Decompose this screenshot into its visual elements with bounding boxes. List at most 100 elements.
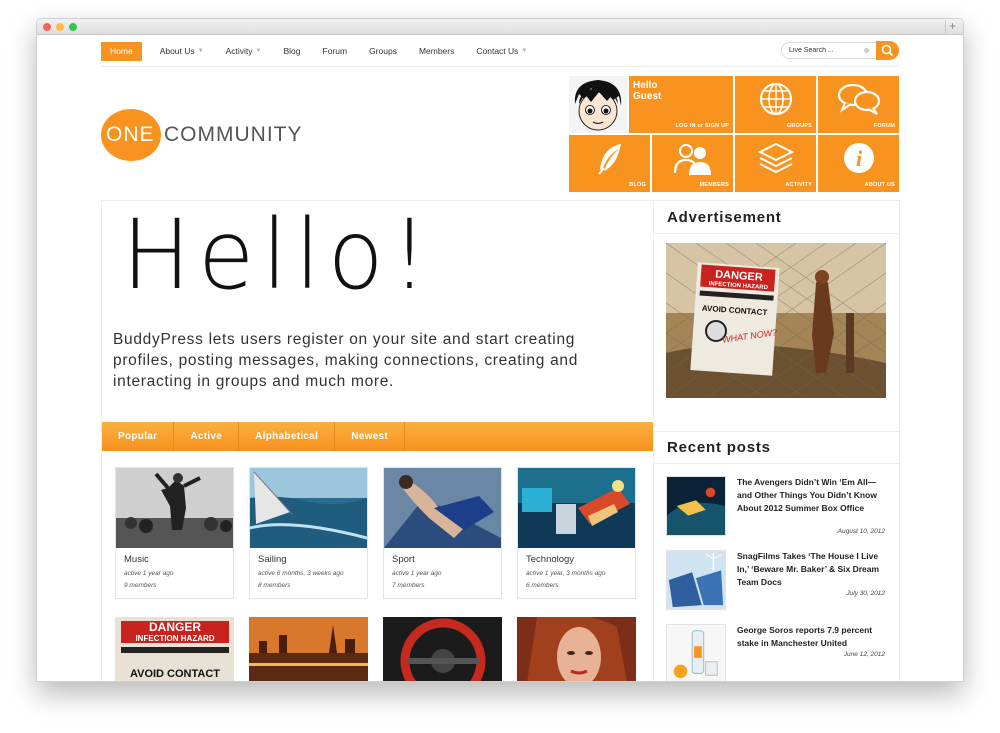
tab-active[interactable]: Active [174, 422, 240, 451]
group-activity: active 1 year ago [124, 570, 174, 577]
main-nav: Home About Us ▼ Activity ▼ Blog Forum Grou… [101, 42, 549, 61]
recent-post-item[interactable]: SnagFilms Takes ‘The House I Live In,’ ‘… [666, 550, 888, 612]
forum-tile-label: FORUM [873, 123, 895, 129]
chevron-down-icon: ▼ [255, 48, 262, 54]
live-search [781, 41, 899, 61]
info-icon: i [843, 143, 874, 173]
minimize-window-button[interactable] [56, 23, 64, 31]
sidebar-divider [654, 463, 900, 464]
post-title[interactable]: The Avengers Didn’t Win ‘Em All—and Othe… [737, 476, 887, 515]
blog-tile-label: BLOG [629, 182, 646, 188]
sidebar-divider [654, 233, 900, 234]
tab-alphabetical[interactable]: Alphabetical [239, 422, 336, 451]
group-members-count: 6 members [526, 582, 559, 589]
group-name[interactable]: Sailing [258, 554, 287, 565]
post-thumbnail [666, 476, 726, 536]
guest-text: Guest [633, 91, 662, 102]
cartoon-face-icon [569, 76, 627, 133]
group-thumbnail-portrait[interactable] [517, 617, 636, 682]
main-content: Hello! BuddyPress lets users register on… [101, 199, 654, 682]
new-tab-button[interactable]: + [945, 20, 959, 33]
group-members-count: 8 members [258, 582, 291, 589]
group-thumbnail [116, 468, 233, 548]
nav-item-contact-us[interactable]: Contact Us ▼ [476, 42, 527, 61]
nav-item-home[interactable]: Home [101, 42, 142, 61]
advertisement-banner[interactable]: DANGER INFECTION HAZARD AVOID CONTACT WH… [666, 243, 886, 398]
login-signup-link[interactable]: LOG IN or SIGN UP [675, 123, 729, 129]
nav-divider [101, 66, 899, 67]
nav-item-members[interactable]: Members [419, 42, 454, 61]
group-thumbnail-city[interactable] [249, 617, 368, 682]
maximize-window-button[interactable] [69, 23, 77, 31]
sidebar: Advertisement DANGER INFECTION HAZARD AV… [654, 200, 900, 681]
members-tile[interactable]: MEMBERS [652, 135, 733, 192]
recent-post-item[interactable]: George Soros reports 7.9 percent stake i… [666, 624, 888, 681]
group-card-music[interactable]: Music active 1 year ago 9 members [115, 467, 234, 599]
recent-post-item[interactable]: The Avengers Didn’t Win ‘Em All—and Othe… [666, 476, 888, 538]
nav-label: Groups [369, 46, 397, 56]
clear-search-icon[interactable] [864, 48, 869, 53]
nav-item-blog[interactable]: Blog [283, 42, 300, 61]
nav-item-activity[interactable]: Activity ▼ [226, 42, 262, 61]
post-thumbnail [666, 624, 726, 681]
nav-label: Activity [225, 46, 253, 56]
svg-text:AVOID CONTACT: AVOID CONTACT [130, 668, 220, 680]
members-icon [673, 144, 711, 175]
forum-tile[interactable]: FORUM [818, 76, 899, 133]
post-date: August 10, 2012 [837, 528, 885, 535]
post-title[interactable]: George Soros reports 7.9 percent stake i… [737, 624, 887, 650]
close-window-button[interactable] [43, 23, 51, 31]
recent-posts-heading: Recent posts [667, 439, 771, 456]
group-card-sport[interactable]: Sport active 1 year ago 7 members [383, 467, 502, 599]
nav-label: About Us [159, 46, 195, 56]
groups-tile-label: GROUPS [786, 123, 812, 129]
group-thumbnail-steering-wheel[interactable] [383, 617, 502, 682]
hello-text: Hello [633, 80, 658, 91]
search-button[interactable] [876, 41, 899, 60]
guest-avatar [569, 76, 627, 133]
site-logo[interactable]: ONE COMMUNITY [101, 109, 303, 161]
hello-guest-tile[interactable]: Hello Guest LOG IN or SIGN UP [629, 76, 733, 133]
tab-popular[interactable]: Popular [102, 422, 175, 451]
title-bar: + [37, 19, 963, 35]
logo-one-text: ONE [106, 123, 155, 146]
about-tile-label: ABOUT US [864, 182, 895, 188]
group-card-sailing[interactable]: Sailing active 6 months, 3 weeks ago 8 m… [249, 467, 368, 599]
hero-title: Hello! [122, 199, 436, 311]
feather-quill-icon [597, 144, 621, 175]
nav-item-forum[interactable]: Forum [323, 42, 348, 61]
svg-text:DANGER: DANGER [149, 620, 201, 634]
group-activity: active 6 months, 3 weeks ago [258, 570, 344, 577]
nav-item-about-us[interactable]: About Us ▼ [160, 42, 204, 61]
tab-newest[interactable]: Newest [335, 422, 406, 451]
sidebar-divider [654, 431, 900, 432]
browser-window: + Home About Us ▼ Activity ▼ Blog Forum Gr… [36, 18, 964, 682]
blog-tile[interactable]: BLOG [569, 135, 650, 192]
logo-circle: ONE [101, 109, 161, 161]
group-members-count: 7 members [392, 582, 425, 589]
nav-item-groups[interactable]: Groups [369, 42, 397, 61]
group-card-technology[interactable]: Technology active 1 year, 3 months ago 6… [517, 467, 636, 599]
group-activity: active 1 year, 3 months ago [526, 570, 606, 577]
nav-label: Members [418, 46, 455, 56]
group-name[interactable]: Sport [392, 554, 415, 565]
about-us-tile[interactable]: i ABOUT US [818, 135, 899, 192]
groups-tile[interactable]: GROUPS [735, 76, 816, 133]
layers-icon [757, 142, 794, 174]
group-thumbnail-danger-sign[interactable]: DANGER INFECTION HAZARD AVOID CONTACT [115, 617, 234, 682]
globe-icon [759, 83, 792, 115]
group-activity: active 1 year ago [392, 570, 442, 577]
hello-guest-text: Hello Guest [633, 80, 661, 102]
nav-label: Contact Us [476, 46, 519, 56]
speech-bubbles-icon [837, 83, 880, 115]
post-title[interactable]: SnagFilms Takes ‘The House I Live In,’ ‘… [737, 550, 887, 589]
search-input[interactable] [781, 42, 877, 59]
activity-tile[interactable]: ACTIVITY [735, 135, 816, 192]
groups-tabs: Popular Active Alphabetical Newest [102, 422, 653, 451]
group-thumbnail [384, 468, 501, 548]
group-name[interactable]: Music [124, 554, 149, 565]
post-thumbnail [666, 550, 726, 610]
group-thumbnail [518, 468, 635, 548]
nav-label: Forum [322, 46, 348, 56]
group-name[interactable]: Technology [526, 554, 574, 565]
